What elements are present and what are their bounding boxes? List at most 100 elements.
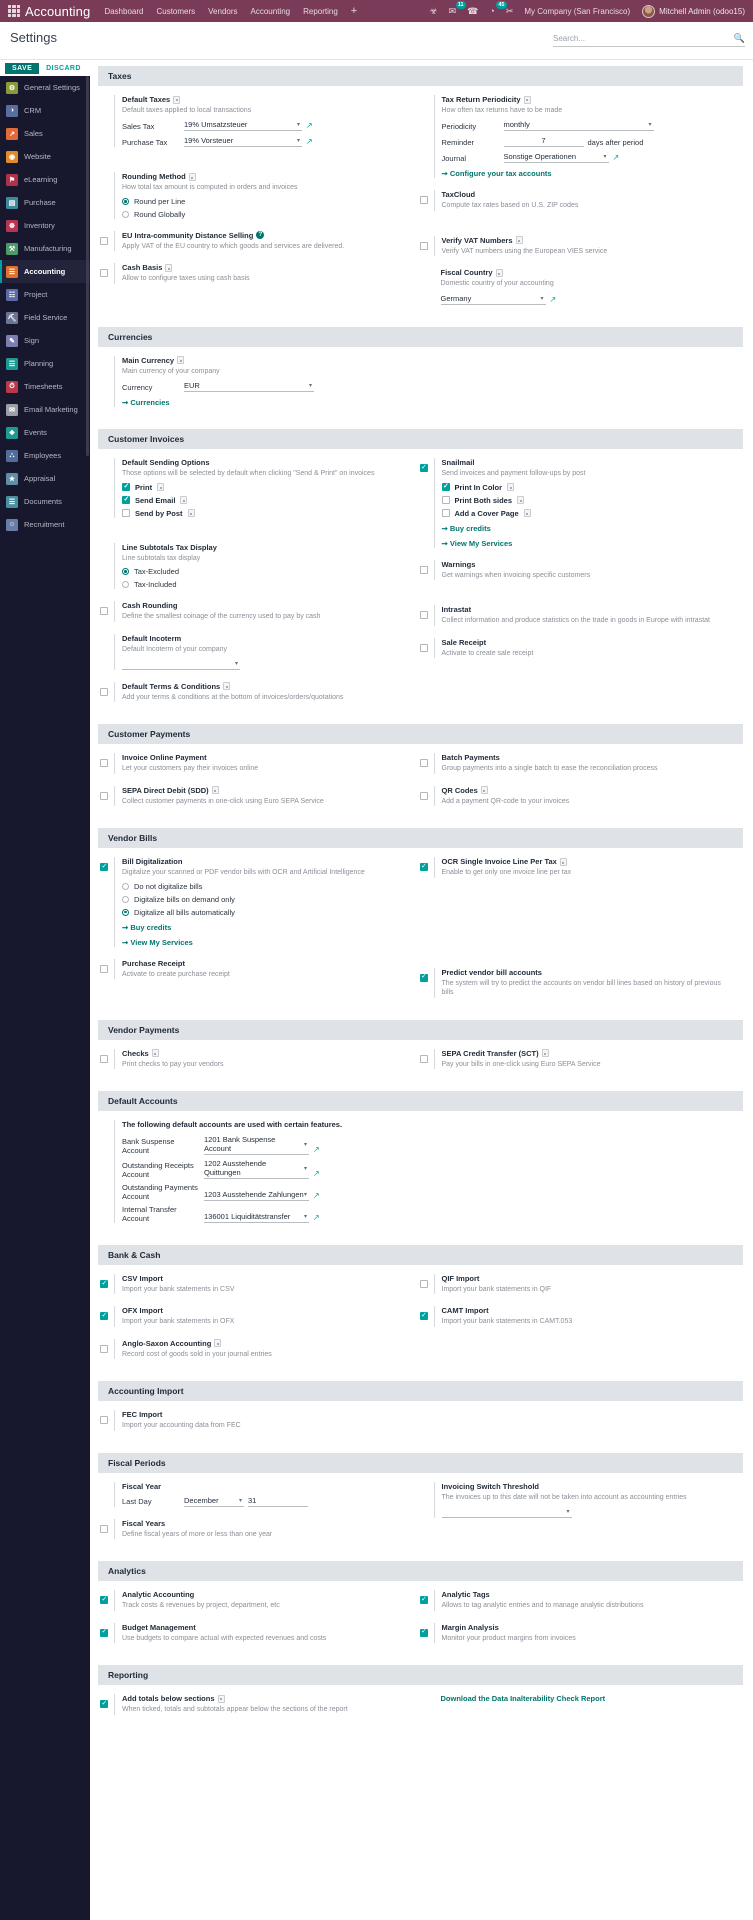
add-totals-checkbox[interactable] [100, 1699, 108, 1709]
sidebar-item-manufacturing[interactable]: ⚒ Manufacturing [0, 237, 90, 260]
default-incoterm-select[interactable]: ▾ [122, 659, 240, 670]
user-menu[interactable]: Mitchell Admin (odoo15) [642, 4, 747, 18]
bill-digitalization-checkbox[interactable] [100, 862, 108, 872]
sale-receipt-checkbox[interactable] [419, 643, 428, 652]
chevron-down-icon[interactable]: ▾ [235, 660, 240, 667]
option-add-cover-page[interactable]: Add a Cover Page [441, 509, 734, 518]
invoice-online-payment-checkbox[interactable] [100, 759, 108, 768]
outstanding-payments-account-select[interactable]: 1203 Ausstehende Zahlungen ▾ [204, 1190, 309, 1201]
predict-accounts-checkbox[interactable] [419, 972, 428, 982]
sidebar-item-sales[interactable]: ↗ Sales [0, 122, 90, 145]
cash-rounding-checkbox[interactable] [100, 607, 108, 616]
messages-icon[interactable]: ✉ 11 [449, 0, 466, 17]
info-icon[interactable] [173, 95, 181, 104]
qif-import-checkbox[interactable] [419, 1280, 428, 1288]
shortcut-icon[interactable]: ✂ [506, 6, 514, 17]
margin-analysis-checkbox[interactable] [419, 1627, 428, 1637]
option-print-in-color[interactable]: Print In Color [441, 482, 734, 492]
csv-import-checkbox[interactable] [100, 1279, 108, 1288]
fiscal-country-select[interactable]: Germany ▾ [440, 294, 546, 305]
download-inalterability-report-link[interactable]: Download the Data Inalterability Check R… [441, 1694, 734, 1703]
bank-suspense-account-select[interactable]: 1201 Bank Suspense Account ▾ [204, 1135, 309, 1155]
sidebar-item-project[interactable]: ☷ Project [0, 283, 90, 306]
print-checkbox[interactable] [122, 482, 130, 492]
journal-external-link-icon[interactable]: ↗ [613, 154, 620, 162]
sidebar-item-website[interactable]: ◉ Website [0, 145, 90, 168]
send-by-post-checkbox[interactable] [122, 509, 130, 518]
info-icon[interactable] [523, 95, 531, 104]
sidebar-item-employees[interactable]: ⛬ Employees [0, 444, 90, 467]
option-send-email[interactable]: Send Email [122, 495, 414, 505]
chevron-down-icon[interactable]: ▾ [304, 1141, 309, 1148]
nav-menu-customers[interactable]: Customers [156, 7, 195, 16]
purchase-tax-select[interactable]: 19% Vorsteuer ▾ [184, 136, 302, 148]
chevron-down-icon[interactable]: ▾ [648, 121, 653, 128]
radio-round-globally[interactable]: Round Globally [122, 210, 414, 219]
vendor-bills-view-services-link[interactable]: ➞ View My Services [122, 938, 414, 947]
info-icon[interactable] [180, 496, 188, 505]
info-icon[interactable] [217, 1694, 225, 1703]
app-brand-title[interactable]: Accounting [25, 4, 90, 19]
info-icon[interactable] [214, 1339, 222, 1348]
eu-distance-selling-checkbox[interactable] [100, 236, 108, 245]
outstanding-payments-external-link-icon[interactable]: ↗ [313, 1192, 320, 1200]
radio-tax-excluded[interactable]: Tax-Excluded [122, 567, 414, 576]
nav-menu-accounting[interactable]: Accounting [251, 7, 291, 16]
radio-icon[interactable] [122, 568, 129, 576]
camt-import-checkbox[interactable] [419, 1311, 428, 1321]
analytic-tags-checkbox[interactable] [419, 1595, 428, 1605]
add-cover-page-checkbox[interactable] [441, 509, 450, 518]
info-icon[interactable] [165, 263, 173, 272]
info-icon[interactable] [151, 1049, 159, 1058]
journal-select[interactable]: Sonstige Operationen ▾ [503, 152, 609, 164]
periodicity-select[interactable]: monthly ▾ [503, 120, 654, 132]
sales-tax-select[interactable]: 19% Umsatzsteuer ▾ [184, 120, 302, 132]
radio-icon[interactable] [122, 210, 129, 218]
sidebar-item-purchase[interactable]: ▤ Purchase [0, 191, 90, 214]
sidebar-item-sign[interactable]: ✎ Sign [0, 329, 90, 352]
budget-management-checkbox[interactable] [100, 1627, 108, 1637]
verify-vat-checkbox[interactable] [419, 241, 428, 250]
sidebar-item-crm[interactable]: ◑ CRM [0, 99, 90, 122]
nav-menu-vendors[interactable]: Vendors [208, 7, 237, 16]
print-in-color-checkbox[interactable] [441, 482, 450, 492]
vendor-bills-buy-credits-link[interactable]: ➞ Buy credits [122, 923, 414, 932]
chevron-down-icon[interactable]: ▾ [304, 1165, 309, 1172]
sepa-credit-transfer-checkbox[interactable] [419, 1054, 428, 1063]
company-switcher[interactable]: My Company (San Francisco) [524, 7, 630, 16]
checks-checkbox[interactable] [100, 1054, 108, 1063]
snailmail-view-services-link[interactable]: ➞ View My Services [442, 539, 734, 548]
intrastat-checkbox[interactable] [419, 611, 428, 620]
internal-transfer-account-select[interactable]: 136001 Liquiditätstransfer ▾ [204, 1212, 309, 1223]
sidebar-item-elearning[interactable]: ⚑ eLearning [0, 168, 90, 191]
chevron-down-icon[interactable]: ▾ [239, 1497, 244, 1504]
fiscal-year-day-input[interactable]: 31 [248, 1496, 308, 1507]
sepa-direct-debit-checkbox[interactable] [100, 791, 108, 800]
anglo-saxon-checkbox[interactable] [100, 1344, 108, 1353]
nav-menu-reporting[interactable]: Reporting [303, 7, 338, 16]
radio-icon[interactable] [122, 197, 129, 205]
activities-clock-icon[interactable]: ◔ 45 [489, 1, 507, 16]
option-send-by-post[interactable]: Send by Post [122, 509, 414, 518]
fiscal-years-checkbox[interactable] [100, 1524, 108, 1533]
save-button[interactable]: SAVE [5, 62, 40, 74]
sidebar-item-inventory[interactable]: ☸ Inventory [0, 214, 90, 237]
default-terms-checkbox[interactable] [100, 687, 108, 696]
info-icon[interactable] [507, 483, 514, 492]
sidebar-item-recruitment[interactable]: ☺ Recruitment [0, 513, 90, 536]
radio-do-not-digitalize[interactable]: Do not digitalize bills [122, 882, 414, 891]
info-icon[interactable] [177, 356, 185, 365]
info-icon[interactable] [541, 1049, 549, 1058]
nav-add-button[interactable]: + [351, 5, 357, 17]
warnings-checkbox[interactable] [419, 565, 428, 574]
print-both-sides-checkbox[interactable] [441, 496, 450, 505]
snailmail-buy-credits-link[interactable]: ➞ Buy credits [442, 524, 734, 533]
ofx-import-checkbox[interactable] [100, 1311, 108, 1321]
sidebar-item-planning[interactable]: ☲ Planning [0, 352, 90, 375]
chevron-down-icon[interactable]: ▾ [297, 121, 302, 128]
phone-icon[interactable]: ☎ [467, 6, 478, 17]
info-icon[interactable] [517, 496, 525, 505]
info-icon[interactable] [495, 268, 503, 277]
invoicing-switch-date-input[interactable]: ▾ [441, 1507, 572, 1519]
search-input[interactable] [553, 34, 734, 43]
